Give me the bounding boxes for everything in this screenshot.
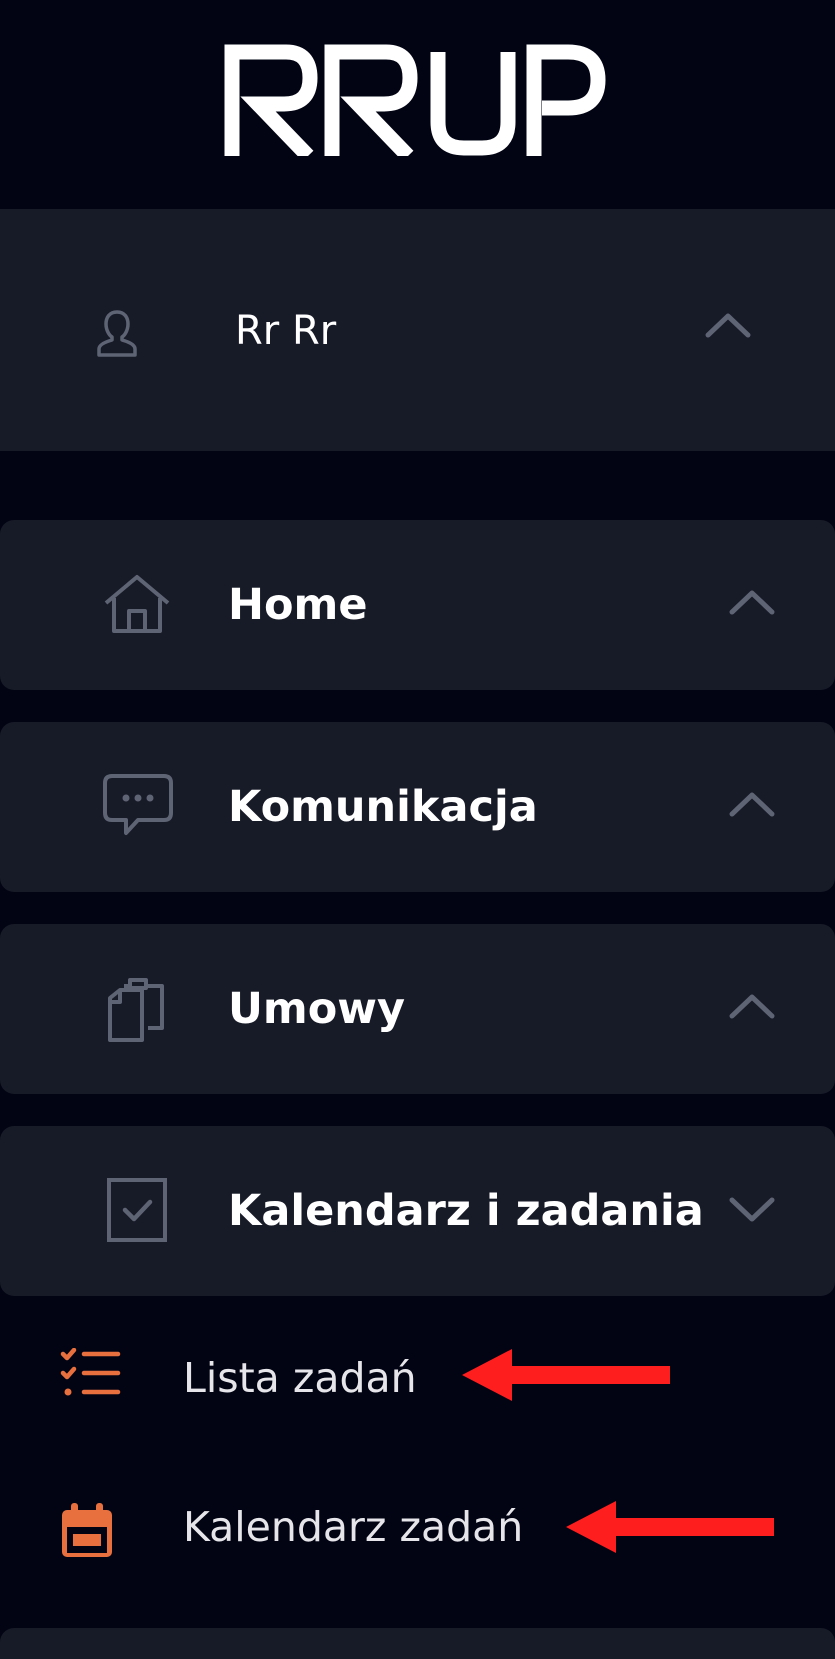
nav-item-komunikacja[interactable]: Komunikacja	[0, 722, 835, 892]
sidebar: Rr Rr Home Komunikacja Umowy Kalendarz i…	[0, 0, 835, 1659]
checkbox-icon	[106, 1177, 168, 1247]
nav-label-kalendarz-i-zadania: Kalendarz i zadania	[228, 1186, 704, 1236]
nav-item-partial[interactable]	[0, 1628, 835, 1659]
chevron-down-icon[interactable]	[728, 1196, 776, 1228]
nav-label-home: Home	[228, 580, 368, 630]
submenu-item-lista-zadan[interactable]: Lista zadań	[0, 1325, 835, 1435]
rrup-logo	[224, 44, 606, 156]
chat-bubble-icon	[102, 773, 174, 841]
user-icon	[96, 309, 138, 361]
chevron-up-icon[interactable]	[728, 790, 776, 822]
nav-label-komunikacja: Komunikacja	[228, 782, 538, 832]
nav-item-home[interactable]: Home	[0, 520, 835, 690]
annotation-arrow	[566, 1499, 776, 1559]
submenu-label-lista-zadan: Lista zadań	[183, 1354, 417, 1402]
nav-label-umowy: Umowy	[228, 984, 406, 1034]
nav-item-kalendarz-i-zadania[interactable]: Kalendarz i zadania	[0, 1126, 835, 1296]
annotation-arrow	[462, 1347, 672, 1407]
calendar-icon	[60, 1501, 114, 1563]
logo-bar	[0, 0, 835, 208]
chevron-up-icon[interactable]	[728, 588, 776, 620]
checklist-icon	[60, 1347, 122, 1400]
user-name: Rr Rr	[235, 308, 337, 354]
nav-item-umowy[interactable]: Umowy	[0, 924, 835, 1094]
user-panel[interactable]: Rr Rr	[0, 209, 835, 451]
submenu-label-kalendarz-zadan: Kalendarz zadań	[183, 1503, 524, 1551]
clipboard-documents-icon	[106, 974, 168, 1048]
submenu-item-kalendarz-zadan[interactable]: Kalendarz zadań	[0, 1475, 835, 1585]
chevron-up-icon[interactable]	[728, 992, 776, 1024]
home-icon	[102, 573, 172, 639]
chevron-up-icon[interactable]	[704, 311, 752, 343]
